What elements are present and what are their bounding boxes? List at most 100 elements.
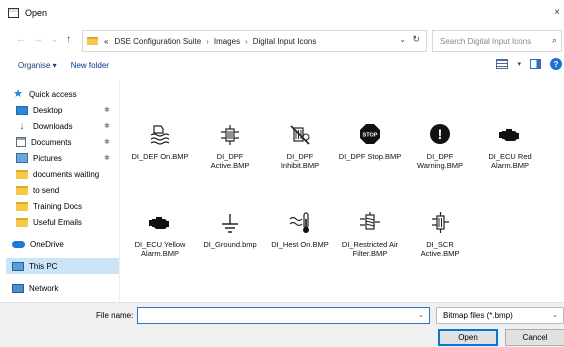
breadcrumb-item[interactable]: DSE Configuration Suite xyxy=(114,37,201,46)
sidebar-item-label: Downloads xyxy=(33,121,73,131)
preview-pane-icon[interactable] xyxy=(530,59,541,69)
folder-icon xyxy=(16,185,28,195)
filetype-select[interactable]: Bitmap files (*.bmp) ⌄ xyxy=(436,307,564,324)
sidebar-item-to-send[interactable]: to send xyxy=(16,182,120,198)
sidebar-item-documents[interactable]: Documents ✱ xyxy=(16,134,120,150)
file-name: DI_DPF Inhibit.BMP xyxy=(280,152,320,170)
search-input[interactable]: Search Digital Input Icons ⌕ xyxy=(432,30,562,52)
sidebar-item-desktop[interactable]: Desktop ✱ xyxy=(16,102,120,118)
computer-icon xyxy=(12,261,24,271)
forward-arrow-icon[interactable]: → xyxy=(33,34,43,45)
refresh-icon[interactable]: ↻ xyxy=(412,34,420,45)
desktop-icon xyxy=(16,105,28,115)
pin-icon[interactable]: ✱ xyxy=(104,122,110,130)
file-name: DI_ECU Yellow Alarm.BMP xyxy=(134,240,186,258)
engine-red-icon xyxy=(499,129,519,141)
sidebar-item-useful-emails[interactable]: Useful Emails xyxy=(16,214,120,230)
folder-icon xyxy=(16,201,28,211)
pin-icon[interactable]: ✱ xyxy=(104,106,110,114)
folder-icon xyxy=(16,217,28,227)
file-list: DI_DEF On.BMP DI_DPF Active.BMP DI_DPF I… xyxy=(128,80,564,302)
breadcrumb-item[interactable]: Digital Input Icons xyxy=(253,37,317,46)
breadcrumb: « DSE Configuration Suite › Images › Dig… xyxy=(104,37,316,46)
chevron-down-icon[interactable]: ⌄ xyxy=(418,311,424,319)
sidebar-item-pictures[interactable]: Pictures ✱ xyxy=(16,150,120,166)
folder-icon xyxy=(16,169,28,179)
sidebar-item-this-pc[interactable]: This PC xyxy=(6,258,119,274)
star-icon: ★ xyxy=(13,88,23,100)
file-item[interactable]: STOP DI_DPF Stop.BMP xyxy=(338,122,402,161)
file-item[interactable]: DI_ECU Yellow Alarm.BMP xyxy=(128,210,192,258)
file-item[interactable]: DI_ECU Red Alarm.BMP xyxy=(478,122,542,170)
folder-icon xyxy=(87,37,98,45)
file-item[interactable]: DI_DEF On.BMP xyxy=(128,122,192,161)
sidebar-item-downloads[interactable]: ↓ Downloads ✱ xyxy=(16,118,120,134)
title-bar: Open × xyxy=(0,0,564,26)
breadcrumb-separator[interactable]: › xyxy=(245,37,248,46)
organise-button[interactable]: Organise ▾ xyxy=(18,61,57,70)
file-item[interactable]: DI_DPF Active.BMP xyxy=(198,122,262,170)
chevron-down-icon[interactable]: ▾ xyxy=(517,60,521,68)
dpf-inhibit-icon xyxy=(290,125,310,145)
file-name: DI_DEF On.BMP xyxy=(131,152,189,161)
file-item[interactable]: DI_Hest On.BMP xyxy=(268,210,332,249)
sidebar-item-onedrive[interactable]: OneDrive xyxy=(12,236,120,252)
breadcrumb-separator[interactable]: › xyxy=(206,37,209,46)
air-filter-icon xyxy=(360,212,380,230)
sidebar-item-label: Network xyxy=(29,283,59,293)
filename-input[interactable]: ⌄ xyxy=(137,307,430,324)
file-item[interactable]: DI_SCR Active.BMP xyxy=(408,210,472,258)
file-name: DI_DPF Active.BMP xyxy=(210,152,250,170)
cancel-button[interactable]: Cancel xyxy=(505,329,564,346)
file-item[interactable]: DI_DPF Inhibit.BMP xyxy=(268,122,332,170)
search-placeholder: Search Digital Input Icons xyxy=(440,36,532,46)
warning-icon: ! xyxy=(430,124,450,144)
open-button[interactable]: Open xyxy=(438,329,498,346)
network-icon xyxy=(12,283,24,293)
address-row: ← → ⌄ ↑ « DSE Configuration Suite › Imag… xyxy=(0,30,564,52)
warning-glyph: ! xyxy=(438,126,443,142)
file-name: DI_Ground.bmp xyxy=(203,240,257,249)
file-item[interactable]: DI_Restricted Air Filter.BMP xyxy=(338,210,402,258)
filename-label: File name: xyxy=(96,311,134,320)
view-options-icon[interactable] xyxy=(496,59,509,69)
file-name: DI_ECU Red Alarm.BMP xyxy=(488,152,532,170)
back-arrow-icon[interactable]: ← xyxy=(16,34,26,45)
window-icon xyxy=(8,8,19,18)
filetype-value: Bitmap files (*.bmp) xyxy=(443,311,513,320)
file-name: DI_DPF Stop.BMP xyxy=(338,152,402,161)
recent-locations-icon[interactable]: ⌄ xyxy=(51,35,58,44)
file-item[interactable]: DI_Ground.bmp xyxy=(198,210,262,249)
sidebar-item-documents-waiting[interactable]: documents waiting xyxy=(16,166,120,182)
sidebar-item-quick-access[interactable]: ★ Quick access xyxy=(12,86,120,102)
pin-icon[interactable]: ✱ xyxy=(104,138,110,146)
breadcrumb-item[interactable]: Images xyxy=(214,37,240,46)
sidebar-item-label: This PC xyxy=(29,261,58,271)
sidebar-item-label: Documents xyxy=(31,137,72,147)
sidebar-item-label: Useful Emails xyxy=(33,217,82,227)
address-bar[interactable]: « DSE Configuration Suite › Images › Dig… xyxy=(82,30,427,52)
engine-yellow-icon xyxy=(149,217,169,229)
chevron-down-icon[interactable]: ⌄ xyxy=(399,35,406,44)
sidebar-item-training-docs[interactable]: Training Docs xyxy=(16,198,120,214)
file-name: DI_SCR Active.BMP xyxy=(420,240,460,258)
ground-icon xyxy=(222,214,238,233)
search-icon[interactable]: ⌕ xyxy=(552,35,557,46)
file-item[interactable]: ! DI_DPF Warning.BMP xyxy=(408,122,472,170)
up-arrow-icon[interactable]: ↑ xyxy=(66,34,71,45)
new-folder-button[interactable]: New folder xyxy=(71,61,109,70)
chevron-down-icon[interactable]: ⌄ xyxy=(552,308,558,323)
heater-icon xyxy=(289,212,309,233)
sidebar-item-label: Quick access xyxy=(29,89,77,99)
dpf-active-icon xyxy=(221,125,239,145)
breadcrumb-overflow[interactable]: « xyxy=(104,37,108,46)
close-icon[interactable]: × xyxy=(554,7,560,18)
file-name: DI_Hest On.BMP xyxy=(271,240,329,249)
sidebar-item-label: Desktop xyxy=(33,105,63,115)
pin-icon[interactable]: ✱ xyxy=(104,154,110,162)
help-icon[interactable]: ? xyxy=(550,58,562,70)
sidebar-item-network[interactable]: Network xyxy=(12,280,120,296)
download-icon: ↓ xyxy=(19,120,25,132)
file-name: DI_DPF Warning.BMP xyxy=(417,152,463,170)
sidebar-item-label: documents waiting xyxy=(33,169,100,179)
